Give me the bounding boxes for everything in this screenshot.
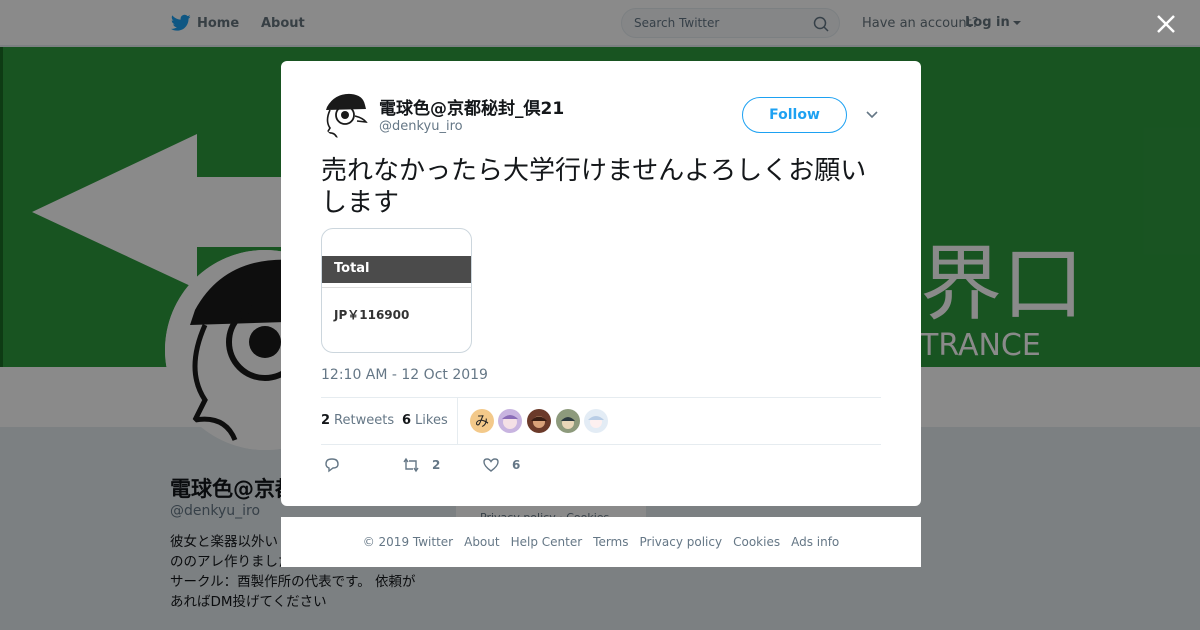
reply-icon[interactable] xyxy=(323,456,341,474)
retweet-button[interactable]: 2 xyxy=(402,453,440,477)
media-amount: JP￥116900 xyxy=(334,308,410,322)
like-count: 6 xyxy=(512,458,521,472)
footer-link-terms[interactable]: Terms xyxy=(593,535,628,549)
stats-divider xyxy=(457,398,458,444)
likes-count: 6 xyxy=(402,413,412,428)
media-total-header: Total xyxy=(322,256,471,283)
media-divider xyxy=(322,287,471,288)
reply-button[interactable] xyxy=(323,453,353,477)
svg-text:み: み xyxy=(475,414,489,430)
liker-avatar[interactable] xyxy=(527,409,551,433)
footer-link-help-center[interactable]: Help Center xyxy=(511,535,583,549)
likes-stat[interactable]: 6 Likes xyxy=(402,413,448,428)
liker-avatar[interactable]: み xyxy=(470,409,494,433)
penguin-avatar-image xyxy=(321,91,369,139)
retweets-label: Retweets xyxy=(334,413,395,428)
tweet-media-card[interactable]: Total JP￥116900 xyxy=(321,228,472,353)
retweets-stat[interactable]: 2 Retweets xyxy=(321,413,394,428)
tweet-actions: 2 6 xyxy=(321,453,881,479)
chevron-down-icon[interactable] xyxy=(865,109,879,121)
liker-avatar[interactable] xyxy=(498,409,522,433)
retweet-count: 2 xyxy=(432,458,441,472)
close-icon[interactable] xyxy=(1154,12,1178,36)
liker-avatar[interactable] xyxy=(584,409,608,433)
author-handle[interactable]: @denkyu_iro xyxy=(379,119,463,134)
follow-button[interactable]: Follow xyxy=(742,97,847,133)
footer-link-ads-info[interactable]: Ads info xyxy=(791,535,839,549)
retweet-icon[interactable] xyxy=(402,456,420,474)
tweet-stats: 2 Retweets 6 Likes み xyxy=(321,397,881,445)
footer-copyright: © 2019 Twitter xyxy=(362,535,454,549)
author-avatar[interactable] xyxy=(321,91,369,139)
tweet-text: 売れなかったら大学行けませんよろしくお願いします xyxy=(321,156,867,218)
tweet-modal: 電球色@京都秘封_倶21 @denkyu_iro Follow 売れなかったら大… xyxy=(281,61,921,506)
like-button[interactable]: 6 xyxy=(482,453,520,477)
footer-link-about[interactable]: About xyxy=(464,535,499,549)
tweet-timestamp[interactable]: 12:10 AM - 12 Oct 2019 xyxy=(321,367,488,383)
modal-footer: © 2019 Twitter About Help Center Terms P… xyxy=(281,517,921,567)
footer-link-cookies[interactable]: Cookies xyxy=(733,535,780,549)
like-icon[interactable] xyxy=(482,456,500,474)
liker-avatar[interactable] xyxy=(556,409,580,433)
author-name[interactable]: 電球色@京都秘封_倶21 xyxy=(379,94,564,119)
likes-label: Likes xyxy=(415,413,448,428)
footer-link-privacy-policy[interactable]: Privacy policy xyxy=(640,535,723,549)
retweets-count: 2 xyxy=(321,413,331,428)
